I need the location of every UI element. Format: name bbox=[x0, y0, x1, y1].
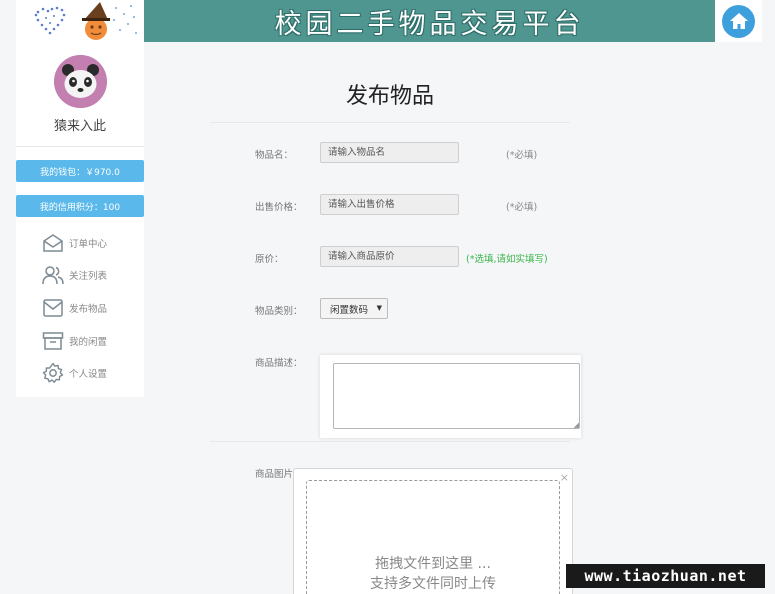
gear-icon bbox=[42, 362, 64, 384]
header-banner: 校园二手物品交易平台 bbox=[144, 0, 715, 42]
item-name-input[interactable] bbox=[320, 142, 459, 163]
sidebar-item-following[interactable]: 关注列表 bbox=[42, 263, 142, 287]
username: 猿来入此 bbox=[53, 119, 106, 134]
sidebar-item-settings[interactable]: 个人设置 bbox=[42, 361, 142, 385]
envelope-icon bbox=[42, 232, 64, 254]
site-logo bbox=[16, 0, 144, 42]
sidebar-item-orders[interactable]: 订单中心 bbox=[42, 231, 142, 255]
sidebar-divider bbox=[16, 146, 144, 147]
sidebar-item-publish[interactable]: 发布物品 bbox=[42, 296, 142, 320]
resize-handle-icon[interactable]: ◢ bbox=[574, 421, 579, 429]
price-required-hint: (*必填) bbox=[506, 202, 538, 213]
original-price-optional-hint: (*选填,请如实填写) bbox=[466, 254, 548, 265]
avatar[interactable] bbox=[54, 55, 107, 108]
site-title: 校园二手物品交易平台 bbox=[274, 8, 585, 40]
description-container: ◢ bbox=[320, 355, 581, 438]
sidebar-item-label: 我的闲置 bbox=[69, 337, 108, 348]
drop-zone-text: 拖拽文件到这里 ... bbox=[375, 556, 491, 572]
sidebar-item-label: 关注列表 bbox=[69, 271, 108, 282]
drop-zone-subtext: 支持多文件同时上传 bbox=[370, 576, 496, 592]
sidebar: 猿来入此 我的钱包：￥970.0 我的信用积分：100 订单中心 关注列表 发布… bbox=[16, 42, 144, 397]
original-price-input[interactable] bbox=[320, 246, 459, 267]
page-title: 发布物品 bbox=[345, 84, 434, 109]
archive-icon bbox=[42, 330, 64, 352]
title-divider bbox=[210, 122, 570, 123]
sidebar-item-label: 个人设置 bbox=[69, 369, 108, 380]
home-button-container bbox=[715, 0, 762, 42]
category-selected-value: 闲置数码 bbox=[330, 304, 369, 316]
image-upload-panel: × 拖拽文件到这里 ... 支持多文件同时上传 bbox=[293, 468, 573, 594]
home-icon bbox=[729, 13, 748, 29]
description-label: 商品描述： bbox=[255, 358, 303, 369]
dropdown-arrow-icon: ▼ bbox=[376, 304, 382, 312]
sidebar-item-label: 订单中心 bbox=[69, 239, 108, 250]
credit-score-button[interactable]: 我的信用积分：100 bbox=[16, 195, 144, 217]
description-textarea[interactable] bbox=[333, 363, 580, 429]
home-button[interactable] bbox=[722, 4, 755, 38]
section-divider bbox=[210, 441, 570, 442]
original-price-label: 原价： bbox=[255, 254, 284, 265]
watermark: www.tiaozhuan.net bbox=[566, 564, 765, 588]
mail-icon bbox=[42, 297, 64, 319]
sidebar-item-my-items[interactable]: 我的闲置 bbox=[42, 329, 142, 353]
item-name-required-hint: (*必填) bbox=[506, 150, 538, 161]
wallet-balance-button[interactable]: 我的钱包：￥970.0 bbox=[16, 160, 144, 182]
category-select[interactable]: 闲置数码 ▼ bbox=[320, 298, 388, 319]
file-drop-zone[interactable]: 拖拽文件到这里 ... 支持多文件同时上传 bbox=[306, 480, 560, 594]
price-input[interactable] bbox=[320, 194, 459, 215]
category-label: 物品类别： bbox=[255, 306, 303, 317]
price-label: 出售价格： bbox=[255, 202, 303, 213]
users-icon bbox=[42, 264, 64, 286]
sidebar-item-label: 发布物品 bbox=[69, 304, 108, 315]
close-icon[interactable]: × bbox=[560, 471, 569, 484]
item-name-label: 物品名： bbox=[255, 150, 294, 161]
